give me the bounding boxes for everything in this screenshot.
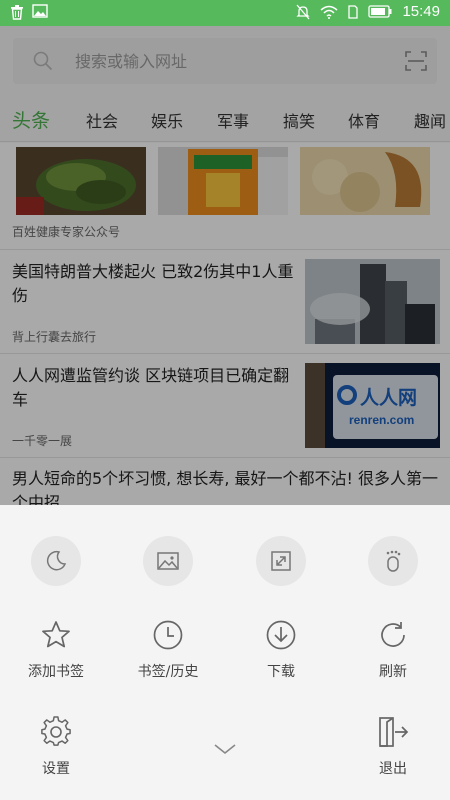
menu-item-label: 书签/历史 bbox=[137, 664, 199, 680]
gear-icon bbox=[6, 716, 106, 748]
collapse-menu-chevron[interactable] bbox=[213, 741, 237, 760]
status-bar: 15:49 bbox=[0, 0, 450, 26]
download-button[interactable]: 下载 bbox=[231, 619, 331, 681]
exit-button[interactable]: 退出 bbox=[343, 716, 443, 778]
chevron-down-icon bbox=[213, 741, 237, 760]
menu-item-label: 添加书签 bbox=[28, 664, 84, 680]
trash-icon bbox=[10, 4, 24, 20]
download-icon bbox=[231, 619, 331, 651]
clock-time: 15:49 bbox=[402, 3, 440, 20]
image-icon bbox=[32, 4, 48, 20]
menu-item-label: 设置 bbox=[42, 761, 70, 777]
refresh-button[interactable]: 刷新 bbox=[343, 619, 443, 681]
menu-item-label: 退出 bbox=[379, 761, 407, 777]
browser-menu-sheet: 添加书签 书签/历史 下载 刷新 设置 退出 bbox=[0, 505, 450, 800]
dim-overlay[interactable] bbox=[0, 26, 450, 505]
star-icon bbox=[6, 619, 106, 651]
mute-icon bbox=[296, 4, 311, 20]
sim-icon bbox=[348, 4, 359, 19]
add-bookmark-button[interactable]: 添加书签 bbox=[6, 619, 106, 681]
fullscreen-toggle[interactable] bbox=[256, 536, 306, 586]
menu-item-label: 下载 bbox=[267, 664, 295, 680]
battery-icon bbox=[368, 5, 392, 18]
refresh-icon bbox=[343, 619, 443, 651]
bookmarks-history-button[interactable]: 书签/历史 bbox=[118, 619, 218, 681]
clock-icon bbox=[118, 619, 218, 651]
night-mode-toggle[interactable] bbox=[31, 536, 81, 586]
incognito-toggle[interactable] bbox=[368, 536, 418, 586]
settings-button[interactable]: 设置 bbox=[6, 716, 106, 778]
no-image-toggle[interactable] bbox=[143, 536, 193, 586]
wifi-icon bbox=[320, 5, 338, 19]
menu-item-label: 刷新 bbox=[379, 664, 407, 680]
exit-icon bbox=[343, 716, 443, 748]
